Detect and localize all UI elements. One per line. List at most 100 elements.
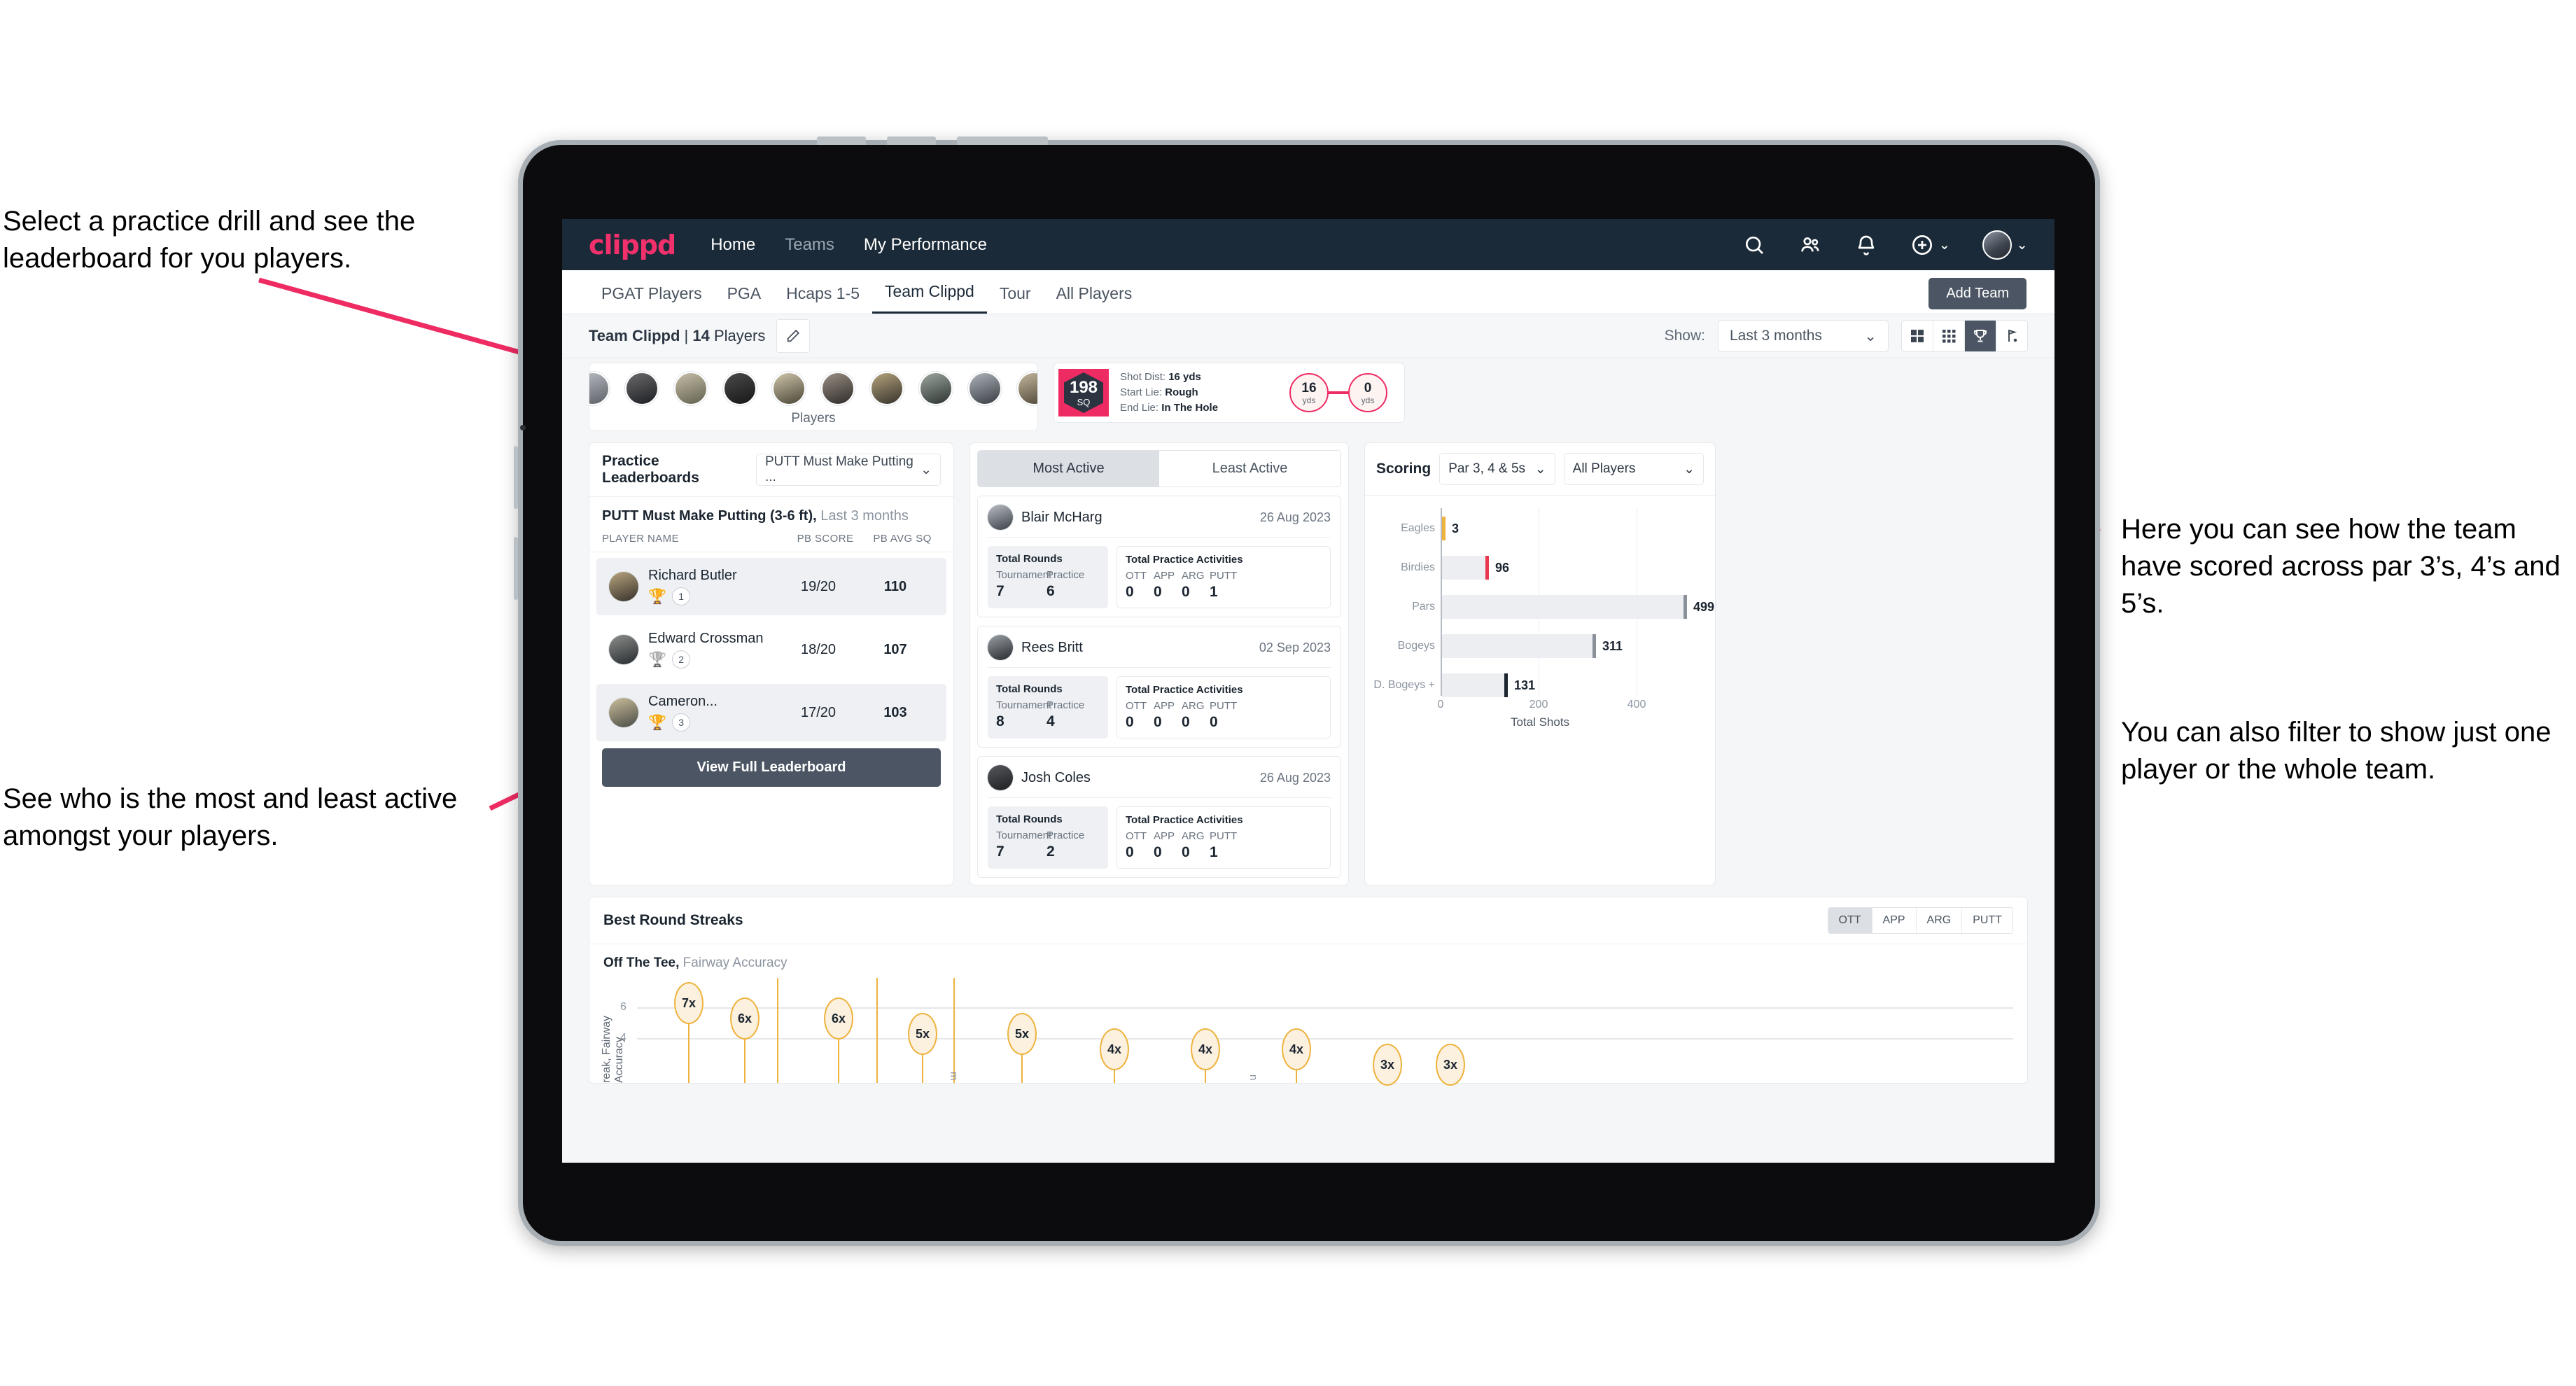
avatar	[988, 505, 1013, 530]
avatar[interactable]	[723, 372, 757, 405]
people-icon[interactable]	[1798, 233, 1822, 257]
nav-link-teams[interactable]: Teams	[785, 235, 834, 255]
list-item[interactable]: Josh Coles 26 Aug 2023 Total Rounds Tour…	[977, 756, 1341, 878]
period-select[interactable]: Last 3 months ⌄	[1718, 320, 1889, 352]
tab-tour[interactable]: Tour	[987, 284, 1044, 314]
tab-least-active[interactable]: Least Active	[1159, 451, 1340, 486]
nav-link-home[interactable]: Home	[710, 235, 755, 255]
avatar[interactable]	[625, 372, 659, 405]
streak-bubble[interactable]: 7x	[674, 982, 704, 1024]
streak-bubble[interactable]: 6x	[824, 997, 853, 1040]
list-item[interactable]: Rees Britt 02 Sep 2023 Total Rounds Tour…	[977, 626, 1341, 748]
streak-bubble[interactable]: 3x	[1436, 1044, 1465, 1086]
end-distance-circle: 0 yds	[1348, 373, 1387, 412]
grid-small-icon[interactable]	[1933, 321, 1965, 351]
tab-most-active[interactable]: Most Active	[978, 451, 1159, 486]
plus-circle-icon[interactable]	[1910, 233, 1934, 257]
practice-key-putt: PUTT	[1210, 700, 1238, 712]
view-full-leaderboard-button[interactable]: View Full Leaderboard	[602, 748, 941, 787]
search-icon[interactable]	[1742, 233, 1766, 257]
chevron-down-icon: ⌄	[1684, 461, 1695, 477]
bell-icon[interactable]	[1854, 233, 1878, 257]
avatar[interactable]	[919, 372, 953, 405]
streak-bubble[interactable]: 6x	[730, 997, 760, 1040]
total-rounds-values: Tournament 7 Practice 2	[996, 830, 1100, 860]
shot-detail-card: 198 SQ Shot Dist: 16 yds Start Lie: Roug…	[1054, 363, 1405, 423]
top-nav-actions: ⌄ ⌄	[1742, 230, 2028, 260]
activity-date: 26 Aug 2023	[1259, 770, 1331, 785]
dashboard-canvas: Players 198 SQ Shot Dist: 16 yds Start L…	[562, 363, 2054, 1086]
segment-putt[interactable]: PUTT	[1962, 908, 2012, 933]
streak-bubble[interactable]: 4x	[1100, 1028, 1129, 1070]
table-row[interactable]: Richard Butler 🏆 1 19/20 110	[596, 558, 946, 615]
bar-label: Bogeys	[1397, 640, 1435, 652]
team-player-count: 14	[692, 327, 710, 344]
bar-label: Birdies	[1401, 561, 1435, 573]
avatar[interactable]	[968, 372, 1002, 405]
par-select-value: Par 3, 4 & 5s	[1448, 461, 1526, 476]
pb-avg-sq-value: 107	[883, 641, 907, 657]
trophy-icon[interactable]	[1965, 321, 1996, 351]
flag-icon[interactable]	[1996, 321, 2027, 351]
practice-value-app: 0	[1154, 584, 1162, 600]
distance-connector	[1329, 391, 1348, 394]
avatar[interactable]	[589, 372, 610, 405]
avatar[interactable]	[674, 372, 708, 405]
practice-key-ott: OTT	[1126, 570, 1147, 582]
tab-all-players[interactable]: All Players	[1044, 284, 1145, 314]
practice-value-ott: 0	[1126, 714, 1134, 730]
tab-pgat-players[interactable]: PGAT Players	[589, 284, 715, 314]
player-name: Cameron...	[648, 694, 718, 709]
par-select[interactable]: Par 3, 4 & 5s ⌄	[1439, 453, 1555, 485]
avatar[interactable]	[870, 372, 904, 405]
player-filter-select[interactable]: All Players ⌄	[1563, 453, 1704, 485]
bar-value: 96	[1495, 560, 1510, 575]
plus-menu-chevron-down-icon[interactable]: ⌄	[1938, 236, 1950, 253]
avatar[interactable]	[1982, 230, 2012, 260]
practice-activities-title: Total Practice Activities	[1126, 684, 1243, 696]
dashboard-row-middle: Practice Leaderboards PUTT Must Make Put…	[589, 442, 2028, 886]
shot-dist-value: 16 yds	[1168, 371, 1201, 384]
table-row[interactable]: Cameron... 🏆 3 17/20 103	[596, 684, 946, 741]
avatar[interactable]	[821, 372, 855, 405]
streak-bubble[interactable]: 5x	[908, 1013, 937, 1055]
tab-pga[interactable]: PGA	[715, 284, 774, 314]
list-item[interactable]: Blair McHarg 26 Aug 2023 Total Rounds To…	[977, 496, 1341, 617]
segment-app[interactable]: APP	[1872, 908, 1917, 933]
bar-value: 311	[1602, 638, 1623, 653]
segment-ott[interactable]: OTT	[1828, 908, 1872, 933]
avatar[interactable]	[772, 372, 806, 405]
streak-bubble[interactable]: 4x	[1282, 1028, 1311, 1070]
players-avatar-card: Players	[589, 363, 1038, 431]
rank-badge: 3	[672, 713, 691, 732]
player-rank-group: 🏆 2	[648, 650, 780, 668]
tab-hcaps-1-5[interactable]: Hcaps 1-5	[774, 284, 872, 314]
clippd-logo[interactable]: clippd	[589, 230, 676, 260]
pb-score-value: 17/20	[800, 704, 836, 720]
bar-row: Pars 499	[1412, 595, 1714, 619]
drill-select[interactable]: PUTT Must Make Putting ... ⌄	[755, 454, 941, 486]
total-practice-activities-box: Total Practice Activities OTT 0 APP 0 ARG 0…	[1116, 806, 1331, 869]
streak-bubble[interactable]: 5x	[1007, 1013, 1037, 1055]
players-label: Players	[791, 411, 836, 426]
activity-date: 26 Aug 2023	[1259, 510, 1331, 524]
segment-arg[interactable]: ARG	[1916, 908, 1963, 933]
practice-key-putt: PUTT	[1210, 830, 1238, 842]
tab-team-clippd[interactable]: Team Clippd	[872, 282, 987, 314]
practice-activities-values: OTT 0 APP 0 ARG 0 PUTT 1	[1126, 570, 1322, 601]
streak-bubble[interactable]: 3x	[1373, 1044, 1402, 1086]
grid-large-icon[interactable]	[1902, 321, 1933, 351]
practice-key-app: APP	[1154, 570, 1175, 582]
practice-activities-values: OTT 0 APP 0 ARG 0 PUTT 0	[1126, 700, 1322, 731]
avatar[interactable]	[1017, 372, 1037, 405]
nav-link-my-performance[interactable]: My Performance	[864, 235, 987, 255]
streaks-chart: reak, Fairway Accuracy 6 4 m n 7x 6x 6x …	[601, 978, 2013, 1086]
streak-bubble[interactable]: 4x	[1191, 1028, 1220, 1070]
add-team-button[interactable]: Add Team	[1928, 278, 2026, 309]
rank-badge: 2	[672, 650, 691, 668]
pencil-icon[interactable]	[776, 319, 811, 353]
shot-dist-label: Shot Dist:	[1120, 371, 1166, 384]
profile-chevron-down-icon[interactable]: ⌄	[2016, 236, 2028, 253]
table-row[interactable]: Edward Crossman 🏆 2 18/20 107	[596, 621, 946, 678]
player-name: Rees Britt	[1021, 639, 1083, 655]
